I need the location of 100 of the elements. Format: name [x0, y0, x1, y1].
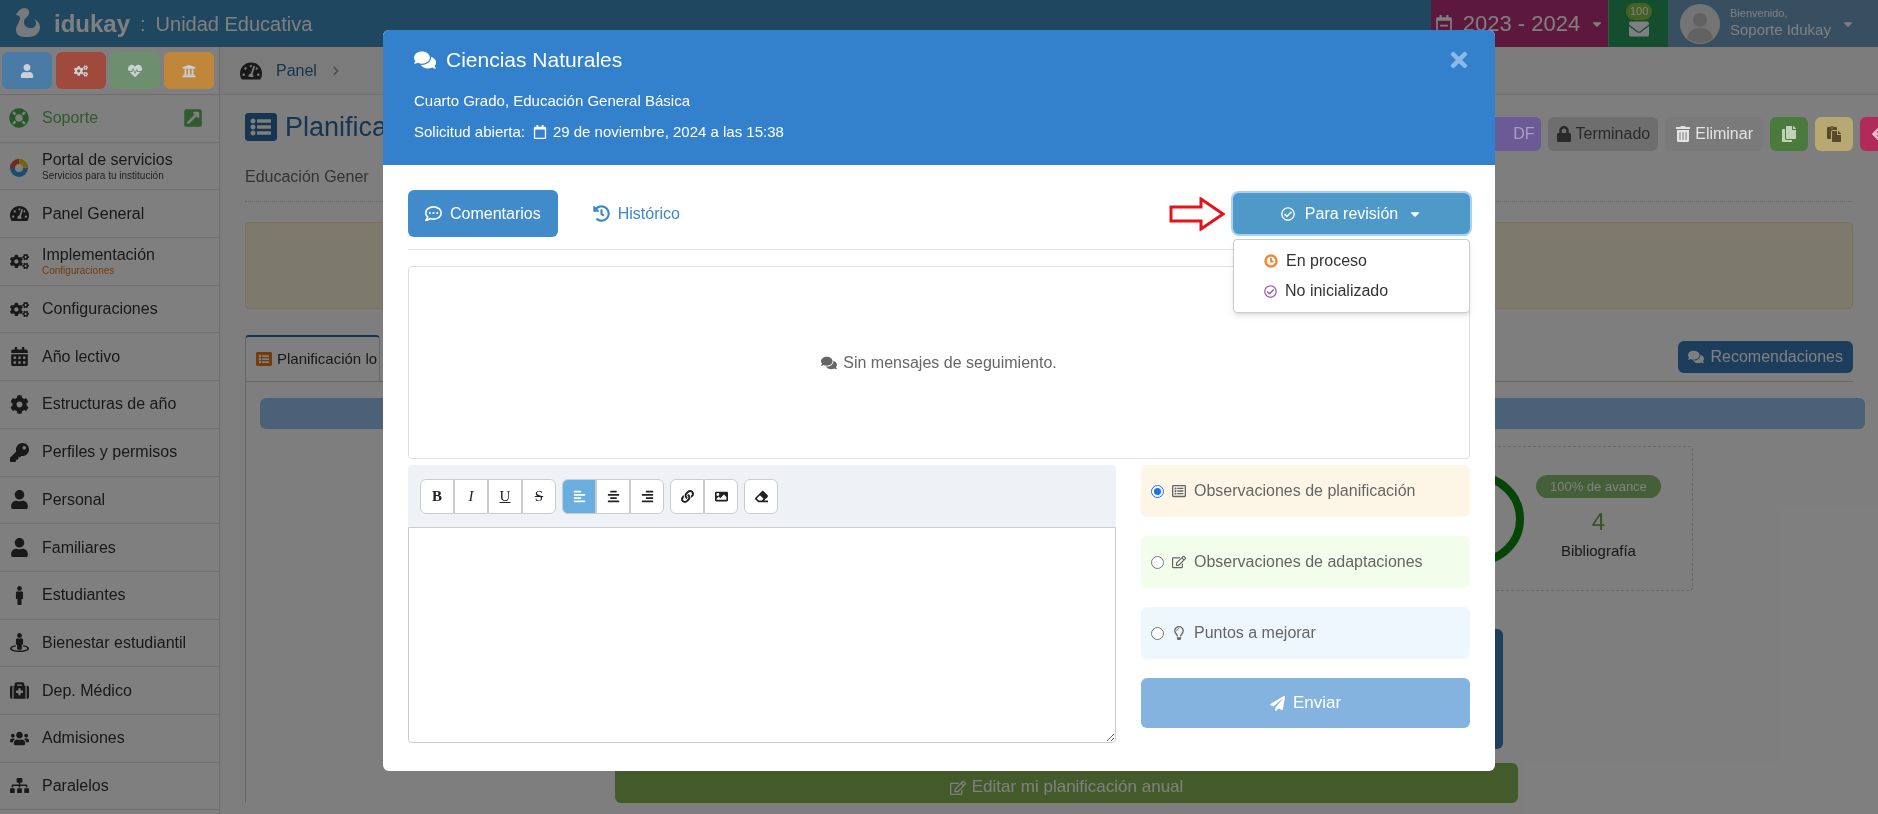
toolbar-button[interactable] — [704, 478, 738, 514]
opened-date: 29 de noviembre, 2024 a las 15:38 — [552, 122, 784, 142]
person-pin-icon — [9, 633, 29, 653]
bibliography-count: 4 — [1591, 507, 1606, 537]
progress-badge: 100% de avance — [1536, 474, 1661, 498]
messages-badge: 100 — [1626, 3, 1653, 20]
toolbar-button[interactable] — [744, 478, 778, 514]
institution-name: Unidad Educativa — [155, 11, 313, 37]
toolbar-button[interactable] — [630, 478, 664, 514]
toolbar-button[interactable] — [596, 478, 630, 514]
sidebar-item-sublabel: Servicios para tu institución — [42, 169, 165, 183]
status-button[interactable]: Para revisión — [1233, 193, 1470, 234]
sidebar-item[interactable]: Familiares — [0, 524, 219, 572]
sidebar-item[interactable]: Panel General — [0, 190, 219, 239]
sidebar-item[interactable]: Perfiles y permisos — [0, 428, 219, 477]
category-option[interactable]: Puntos a mejorar — [1141, 607, 1470, 659]
trash-icon — [1675, 126, 1692, 142]
toolbar-button[interactable]: B — [420, 478, 454, 514]
recommendations-button[interactable]: Recomendaciones — [1678, 341, 1853, 373]
sidebar-item-label: Configuraciones — [42, 299, 159, 320]
comment-icon — [425, 205, 442, 222]
sidebar-item-label: Estructuras de año — [42, 394, 178, 415]
brand-name: idukay — [54, 8, 131, 39]
action-button[interactable]: Terminado — [1547, 117, 1659, 151]
copy-icon — [1781, 126, 1797, 142]
sidebar-item[interactable]: Bienestar estudiantil — [0, 619, 219, 668]
sidebar-item-label: Perfiles y permisos — [42, 442, 179, 463]
list-icon — [256, 351, 272, 367]
chevron-right-icon — [330, 65, 341, 76]
modal-title: Ciencias Naturales — [446, 47, 623, 73]
category-option[interactable]: Observaciones de planificación — [1141, 465, 1470, 517]
modal-tab[interactable]: Comentarios — [408, 190, 558, 237]
sidebar-item-sublabel: Configuraciones — [42, 265, 116, 278]
send-icon — [1269, 695, 1285, 711]
sidebar-item[interactable]: Estudiantes — [0, 571, 219, 620]
lock-icon — [1555, 126, 1572, 142]
sidebar-item-label: Panel General — [42, 203, 146, 224]
sidebar-item-label: Bienestar estudiantil — [42, 632, 188, 653]
calendar-icon — [532, 125, 547, 140]
sidebar-item[interactable]: Portal de servicios Servicios para tu institución — [0, 142, 219, 191]
sidebar-item[interactable]: Año lectivo — [0, 333, 219, 382]
user-name: Soporte Idukay — [1730, 21, 1831, 40]
eraser-icon — [754, 489, 768, 503]
sidebar-item[interactable]: Personal — [0, 476, 219, 525]
shortcut-button[interactable] — [2, 52, 52, 89]
modal-subtitle: Cuarto Grado, Educación General Básica — [414, 90, 691, 111]
align-left-icon — [572, 489, 586, 503]
medkit-icon — [9, 681, 29, 701]
shortcut-button[interactable] — [110, 52, 160, 89]
edit-icon — [949, 780, 966, 796]
comments-icon — [821, 354, 838, 371]
sidebar-item[interactable]: Paralelos — [0, 762, 219, 811]
toolbar-button[interactable]: I — [454, 478, 488, 514]
user-icon — [9, 490, 29, 510]
heartbeat-icon — [128, 63, 142, 78]
status-option[interactable]: No inicializado — [1234, 276, 1469, 306]
image-icon — [714, 489, 728, 503]
user-icon — [20, 63, 34, 78]
sidebar-item-label: Portal de servicios — [42, 149, 174, 170]
list-icon — [1172, 484, 1186, 498]
action-button[interactable] — [1815, 117, 1853, 151]
comments-icon — [1688, 349, 1705, 365]
sidebar-item-label: Estudiantes — [42, 585, 127, 606]
toolbar-button[interactable] — [670, 478, 704, 514]
radio-button[interactable] — [1151, 484, 1164, 498]
panel-tab[interactable]: Planificación lo — [245, 335, 381, 381]
toolbar-button[interactable]: U — [488, 478, 522, 514]
radio-button[interactable] — [1151, 626, 1164, 640]
shortcut-button[interactable] — [56, 52, 106, 89]
align-center-icon — [606, 489, 620, 503]
calendar-icon — [1434, 14, 1453, 33]
gear-icon — [9, 394, 29, 414]
page-title: Planifica — [285, 113, 388, 141]
status-option[interactable]: En proceso — [1234, 246, 1469, 276]
toolbar-button[interactable]: S — [522, 478, 556, 514]
sidebar-item-label: Implementación — [42, 245, 156, 266]
gears-icon — [9, 299, 29, 319]
radio-button[interactable] — [1151, 555, 1164, 569]
sidebar-item[interactable]: Admisiones — [0, 714, 219, 763]
category-option[interactable]: Observaciones de adaptaciones — [1141, 536, 1470, 588]
institution-icon — [182, 63, 196, 78]
life-ring-icon — [9, 108, 29, 129]
calendar-icon — [9, 347, 29, 367]
breadcrumb-link[interactable]: Panel — [276, 58, 317, 83]
sidebar-item[interactable]: Configuraciones — [0, 285, 219, 334]
gears-icon — [74, 63, 88, 78]
sidebar-item[interactable]: Dep. Médico — [0, 667, 219, 715]
sidebar-item[interactable]: Estructuras de año — [0, 381, 219, 429]
arrow-icon — [1169, 196, 1225, 231]
greeting: Bienvenido, — [1730, 7, 1789, 21]
key-icon — [9, 442, 29, 462]
sidebar-item-label: Familiares — [42, 537, 117, 558]
shortcut-button[interactable] — [164, 52, 214, 89]
edit-icon — [1172, 555, 1186, 569]
brand-separator: : — [140, 11, 146, 37]
action-button[interactable] — [1770, 117, 1808, 151]
sidebar-item-label: Admisiones — [42, 728, 126, 749]
sidebar-item[interactable]: Implementación Configuraciones — [0, 238, 219, 286]
sidebar-item-label: Dep. Médico — [42, 680, 133, 701]
user-icon — [9, 538, 29, 558]
